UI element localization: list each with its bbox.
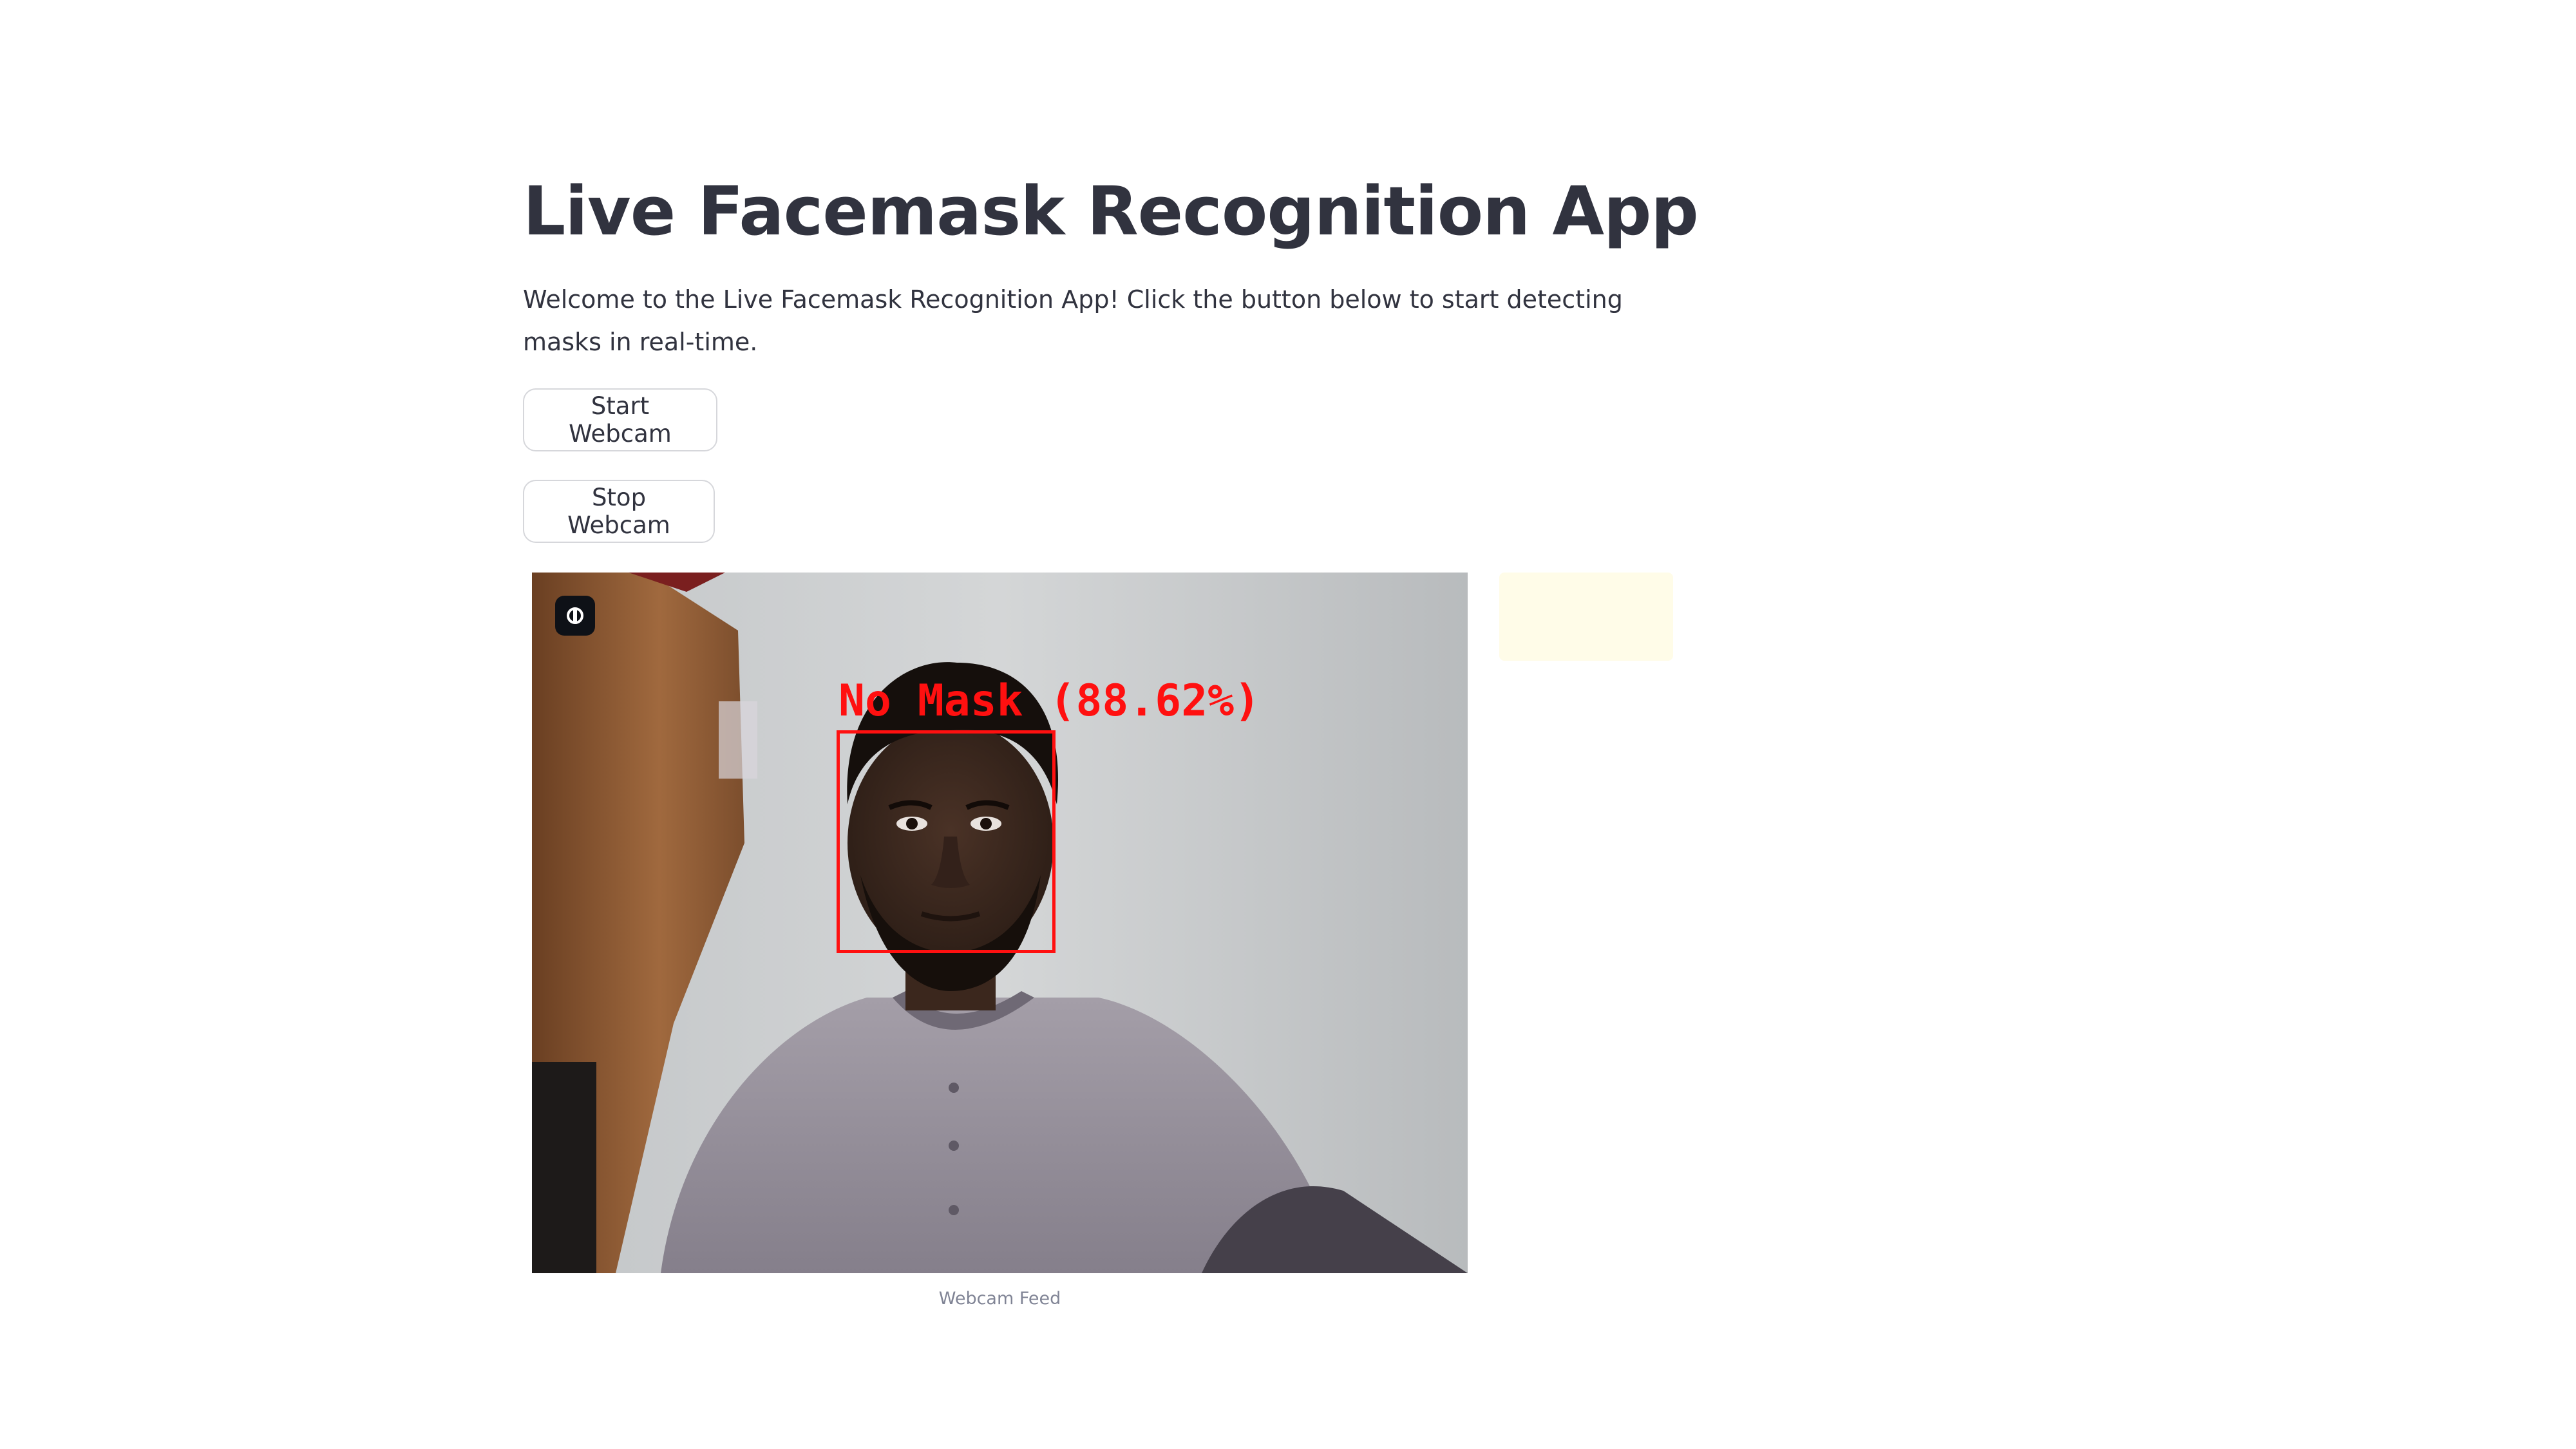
shirt-button xyxy=(949,1205,959,1215)
start-webcam-button[interactable]: Start Webcam xyxy=(523,388,717,451)
shirt-button xyxy=(949,1083,959,1093)
detection-bounding-box xyxy=(837,730,1056,953)
page-title: Live Facemask Recognition App xyxy=(523,172,1699,251)
detection-label: No Mask (88.62%) xyxy=(838,676,1261,726)
status-placeholder xyxy=(1499,573,1673,661)
dark-shelf xyxy=(532,1062,596,1273)
stop-webcam-button[interactable]: Stop Webcam xyxy=(523,480,715,543)
webcam-feed-container: No Mask (88.62%) Webcam Feed xyxy=(532,573,1468,1309)
streamlit-app: Live Facemask Recognition App Welcome to… xyxy=(0,0,2576,1449)
camera-switch-icon[interactable] xyxy=(555,596,595,636)
main-content: Live Facemask Recognition App Welcome to… xyxy=(523,0,1699,1449)
poster xyxy=(719,701,757,779)
shirt-button xyxy=(949,1141,959,1151)
intro-text: Welcome to the Live Facemask Recognition… xyxy=(523,285,1623,356)
webcam-feed-image: No Mask (88.62%) xyxy=(532,573,1468,1273)
feed-caption: Webcam Feed xyxy=(938,1289,1061,1309)
